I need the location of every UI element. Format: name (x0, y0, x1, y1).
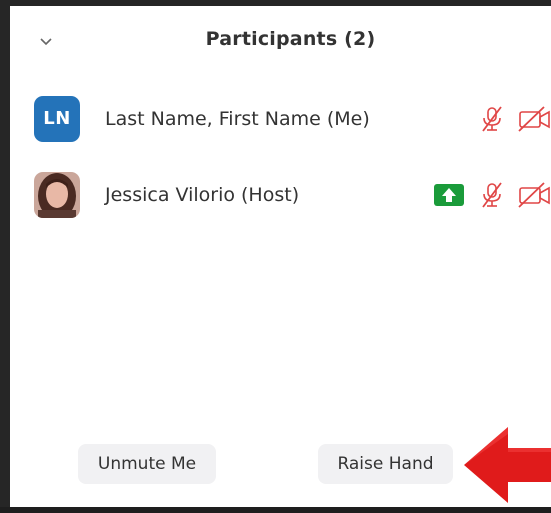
mic-muted-icon[interactable] (477, 104, 507, 134)
participant-row[interactable]: Jessica Vilorio (Host) (10, 166, 551, 226)
unmute-me-button[interactable]: Unmute Me (78, 444, 216, 484)
app-window: Participants (2) LN Last Name, First Nam… (0, 0, 551, 513)
annotation-arrow-icon (464, 427, 551, 503)
raise-hand-button[interactable]: Raise Hand (318, 444, 453, 484)
screen-share-icon (434, 184, 464, 206)
participants-panel: Participants (2) LN Last Name, First Nam… (10, 6, 551, 507)
video-off-icon[interactable] (516, 104, 551, 134)
participant-name: Jessica Vilorio (Host) (105, 184, 300, 206)
panel-title: Participants (2) (205, 28, 376, 50)
video-off-icon[interactable] (516, 180, 551, 210)
avatar (34, 172, 80, 218)
avatar: LN (34, 96, 80, 142)
participant-row[interactable]: LN Last Name, First Name (Me) (10, 90, 551, 150)
window-bottom-edge (0, 507, 551, 513)
mic-muted-icon[interactable] (477, 180, 507, 210)
participant-name: Last Name, First Name (Me) (105, 108, 370, 130)
